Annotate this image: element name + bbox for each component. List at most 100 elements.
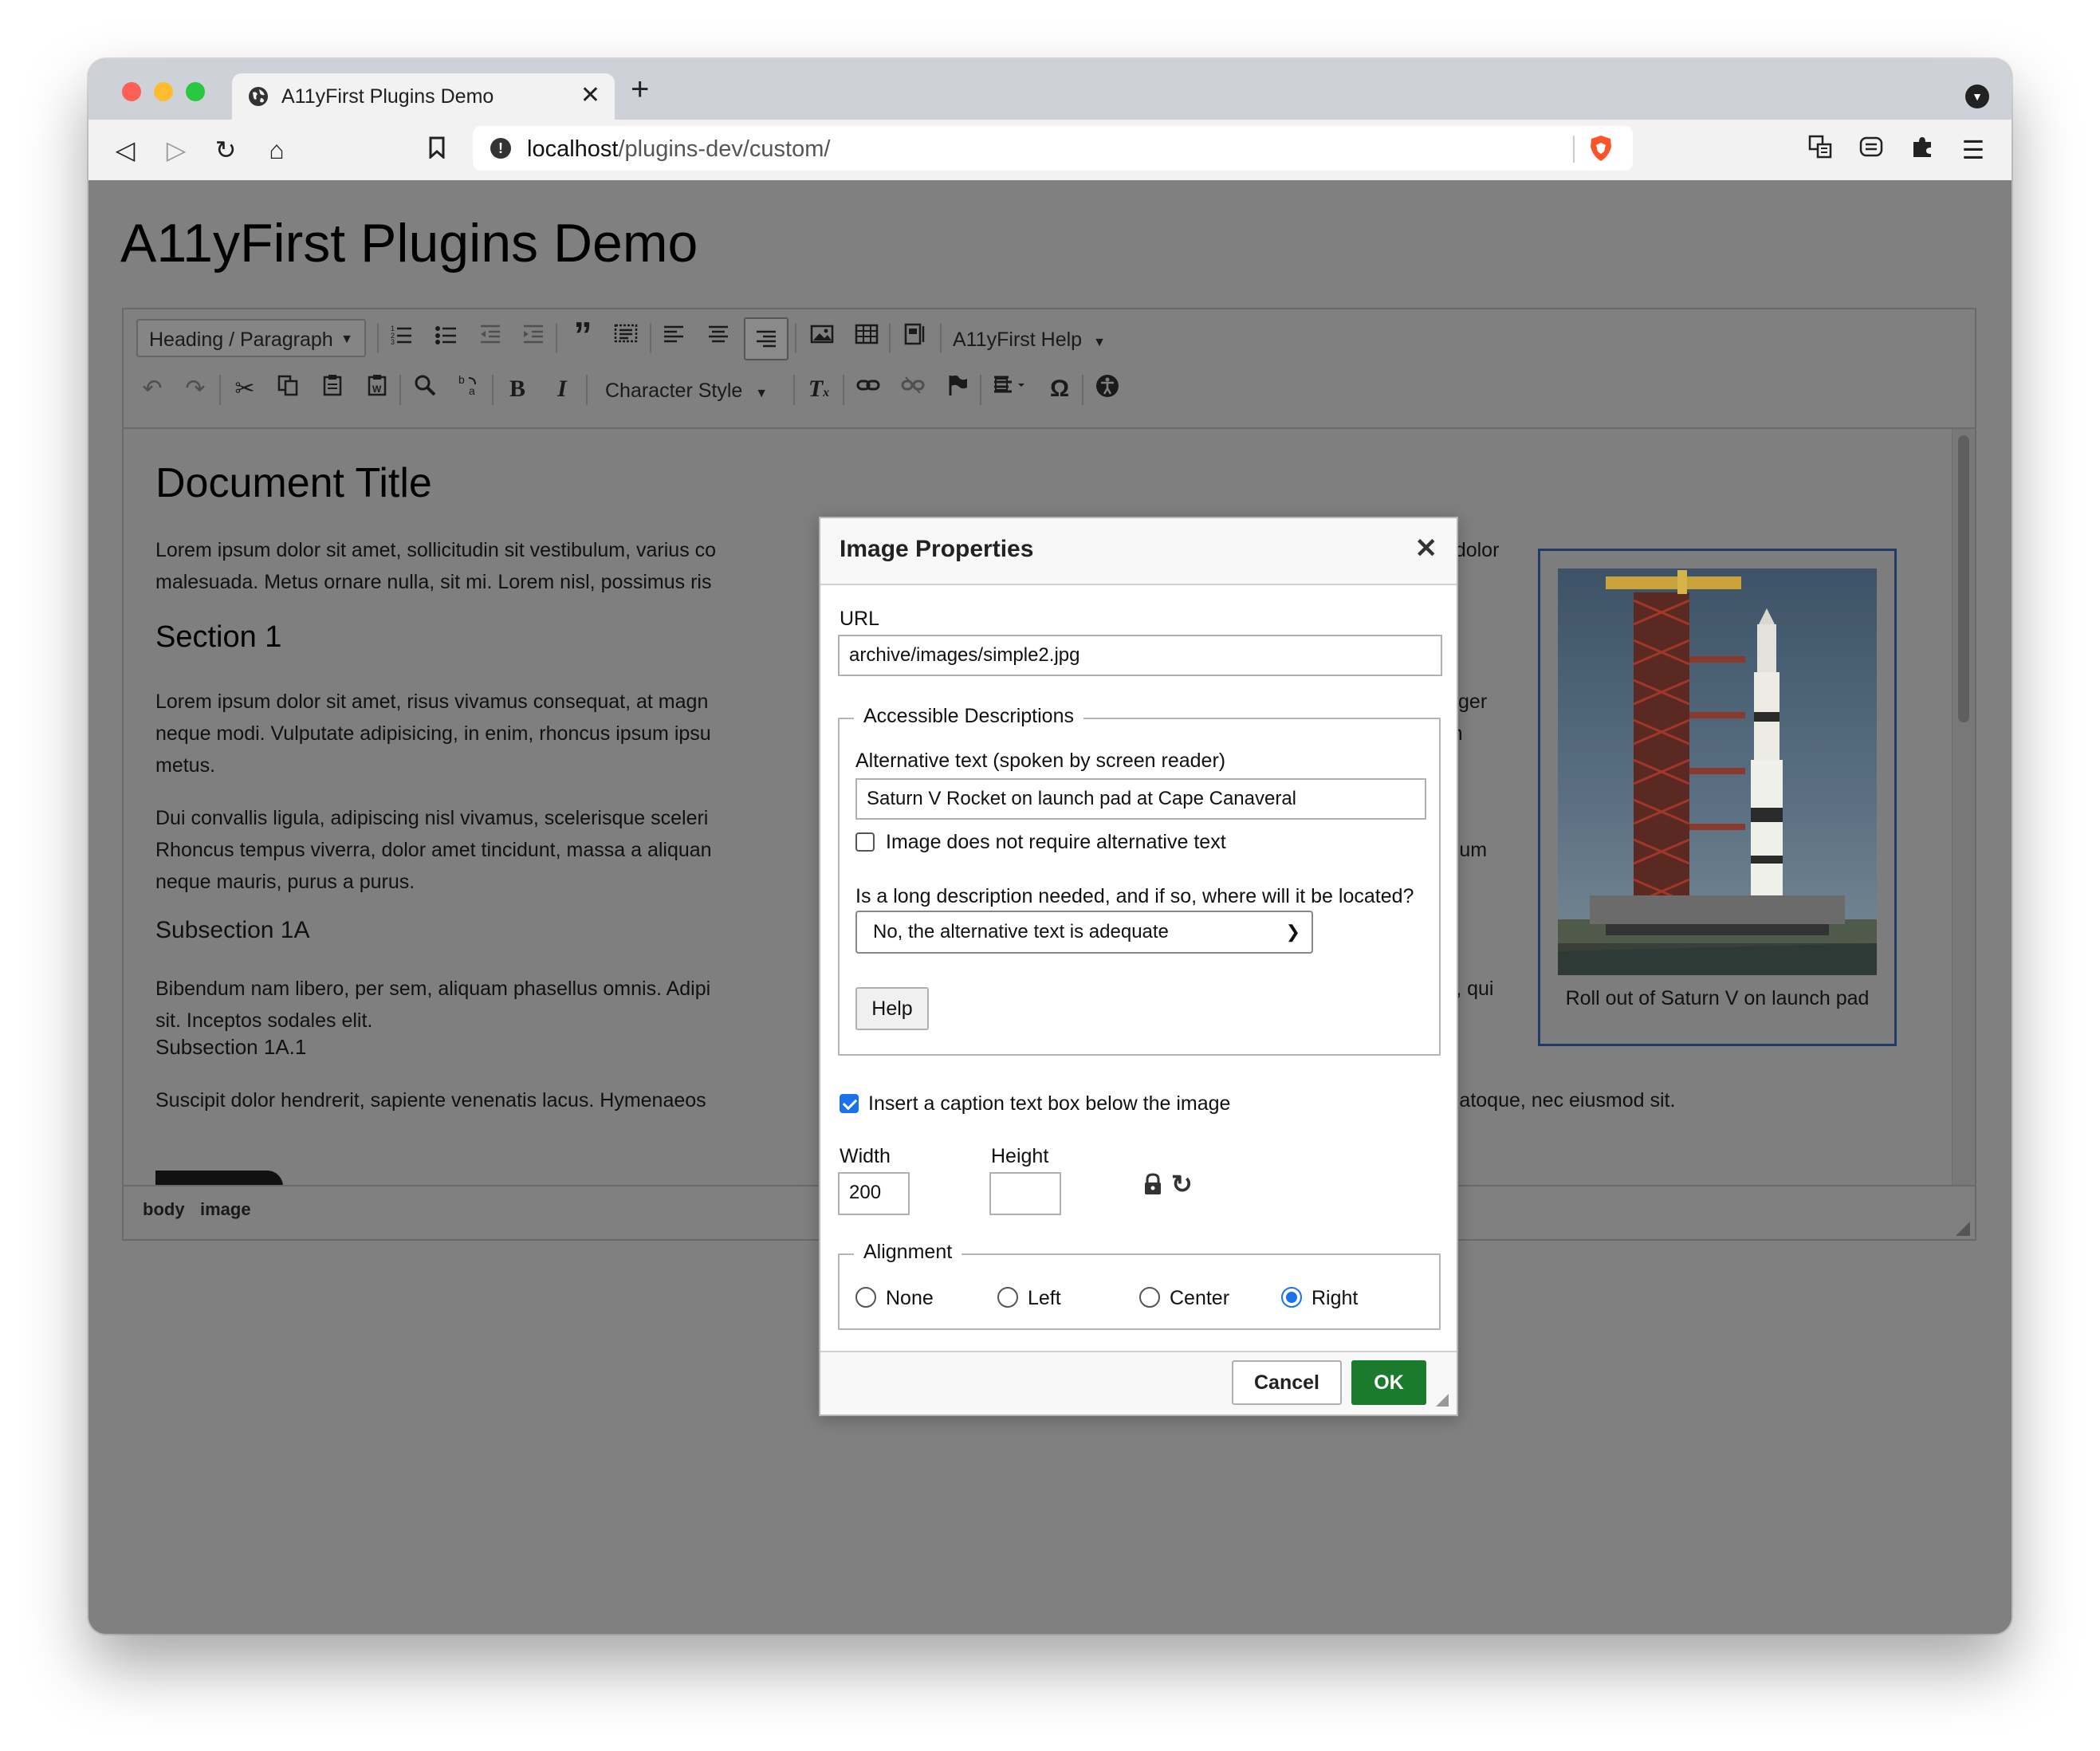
dropdown-arrow-icon: ▼ — [340, 332, 353, 346]
minimize-window-button[interactable] — [154, 82, 173, 101]
italic-icon[interactable]: I — [546, 373, 578, 405]
svg-text:W: W — [372, 384, 382, 395]
ok-button[interactable]: OK — [1351, 1360, 1426, 1405]
help-button[interactable]: Help — [855, 987, 929, 1030]
show-blocks-icon[interactable] — [899, 322, 930, 354]
menu-icon[interactable]: ☰ — [1957, 134, 1989, 166]
character-style-combo[interactable]: Character Style ▼ — [605, 380, 768, 403]
svg-text:3: 3 — [391, 338, 395, 345]
toolbar-separator — [795, 323, 796, 353]
long-description-label: Is a long description needed, and if so,… — [855, 885, 1414, 907]
align-center-label: Center — [1170, 1287, 1230, 1309]
align-left-icon[interactable] — [658, 322, 690, 354]
svg-text:b: b — [458, 373, 465, 386]
find-icon[interactable] — [409, 373, 441, 405]
language-icon[interactable] — [989, 373, 1037, 405]
zoom-window-button[interactable] — [186, 82, 205, 101]
no-alt-text-checkbox[interactable] — [855, 832, 875, 852]
height-input[interactable] — [989, 1172, 1061, 1215]
numbered-list-icon[interactable]: 123 — [385, 322, 417, 354]
url-input[interactable]: archive/images/simple2.jpg — [838, 635, 1442, 676]
site-info-icon[interactable]: ! — [490, 138, 511, 159]
alignment-fieldset: Alignment None Left Center Right — [838, 1241, 1441, 1330]
cut-icon[interactable]: ✂ — [229, 373, 261, 405]
undo-icon[interactable]: ↶ — [136, 373, 168, 405]
link-icon[interactable] — [852, 373, 884, 405]
back-icon[interactable]: ◁ — [109, 134, 141, 166]
toolbar-separator — [377, 323, 379, 353]
path-item-image[interactable]: image — [200, 1199, 251, 1220]
heading-paragraph-combo[interactable]: Heading / Paragraph ▼ — [136, 319, 366, 357]
remove-format-icon[interactable]: Tx — [803, 373, 835, 409]
globe-icon — [249, 87, 268, 106]
unlink-icon[interactable] — [897, 373, 929, 405]
align-center-radio[interactable] — [1139, 1287, 1160, 1308]
insert-caption-checkbox[interactable] — [840, 1094, 859, 1113]
bold-icon[interactable]: B — [501, 373, 533, 405]
a11yfirst-help-menu[interactable]: A11yFirst Help ▼ — [953, 329, 1106, 352]
align-center-icon[interactable] — [702, 322, 734, 354]
sync-icon[interactable] — [1855, 134, 1887, 167]
long-description-select[interactable]: No, the alternative text is adequate ❯ — [855, 911, 1313, 954]
toolbar-separator — [650, 323, 651, 353]
table-icon[interactable] — [851, 322, 883, 354]
browser-tab[interactable]: A11yFirst Plugins Demo ✕ — [232, 73, 615, 120]
lock-ratio-icon[interactable] — [1142, 1172, 1163, 1200]
url-label: URL — [840, 608, 880, 630]
scrollbar-thumb[interactable] — [1958, 435, 1969, 722]
close-icon[interactable]: ✕ — [1415, 533, 1438, 565]
paste-icon[interactable] — [317, 373, 348, 405]
special-character-icon[interactable]: Ω — [1044, 373, 1076, 405]
toolbar-separator — [843, 375, 844, 405]
increase-indent-icon[interactable] — [517, 322, 549, 354]
bookmark-icon[interactable] — [421, 134, 453, 166]
align-right-icon[interactable] — [744, 317, 788, 360]
close-tab-icon[interactable]: ✕ — [580, 81, 600, 109]
cancel-button[interactable]: Cancel — [1232, 1360, 1342, 1405]
width-input[interactable]: 200 — [838, 1172, 910, 1215]
alt-text-input[interactable]: Saturn V Rocket on launch pad at Cape Ca… — [855, 778, 1426, 820]
toolbar-separator — [889, 323, 891, 353]
align-right-label: Right — [1312, 1287, 1359, 1309]
align-right-radio[interactable] — [1281, 1287, 1302, 1308]
saturn-v-image[interactable] — [1558, 569, 1877, 975]
forward-icon[interactable]: ▷ — [160, 134, 192, 166]
image-icon[interactable] — [806, 322, 838, 354]
tab-list-chevron-icon[interactable]: ▼ — [1965, 85, 1989, 108]
home-icon[interactable]: ⌂ — [261, 134, 293, 166]
blockquote-icon[interactable]: ” — [567, 317, 599, 353]
decrease-indent-icon[interactable] — [474, 322, 506, 354]
image-figure[interactable]: Roll out of Saturn V on launch pad — [1538, 549, 1897, 1046]
editor-scrollbar[interactable] — [1952, 429, 1975, 1185]
address-bar[interactable]: ! localhost/plugins-dev/custom/ — [473, 126, 1633, 171]
copy-icon[interactable] — [272, 373, 304, 405]
toolbar-separator — [793, 375, 795, 405]
translate-icon[interactable] — [1804, 134, 1836, 167]
path-item-body[interactable]: body — [143, 1199, 185, 1220]
paste-text-icon[interactable]: W — [361, 373, 393, 405]
fieldset-legend: Alignment — [854, 1241, 962, 1264]
anchor-flag-icon[interactable] — [942, 373, 973, 405]
image-partial — [155, 1171, 283, 1185]
dropdown-arrow-icon: ▼ — [1093, 336, 1106, 349]
dialog-resize-handle[interactable] — [1436, 1394, 1449, 1407]
url-text: localhost/plugins-dev/custom/ — [527, 136, 831, 162]
align-none-radio[interactable] — [855, 1287, 876, 1308]
replace-icon[interactable]: ba — [454, 373, 486, 406]
tab-title: A11yFirst Plugins Demo — [281, 85, 494, 108]
svg-text:a: a — [469, 384, 475, 397]
redo-icon[interactable]: ↷ — [179, 373, 211, 405]
align-left-radio[interactable] — [997, 1287, 1018, 1308]
reset-size-icon[interactable]: ↻ — [1171, 1169, 1193, 1199]
close-window-button[interactable] — [122, 82, 141, 101]
brave-shields-icon[interactable] — [1587, 134, 1615, 163]
accessibility-checker-icon[interactable] — [1091, 373, 1123, 407]
dialog-header[interactable]: Image Properties ✕ — [820, 518, 1457, 585]
create-div-icon[interactable] — [610, 322, 642, 354]
editor-resize-handle[interactable] — [1956, 1222, 1970, 1236]
bulleted-list-icon[interactable] — [430, 322, 462, 354]
subsubsection-heading: Subsection 1A.1 — [155, 1035, 307, 1059]
extensions-icon[interactable] — [1906, 134, 1938, 166]
new-tab-button[interactable]: + — [631, 73, 649, 105]
reload-icon[interactable]: ↻ — [210, 134, 242, 166]
